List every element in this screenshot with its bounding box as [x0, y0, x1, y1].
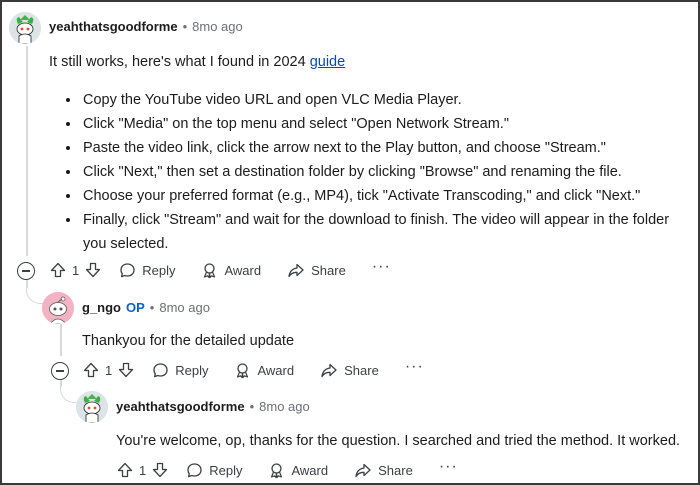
snoo-avatar-icon: [76, 391, 108, 423]
action-bar: 1 Reply Award Share ···: [83, 356, 424, 384]
thread-connector: [60, 386, 77, 403]
reply-button[interactable]: Reply: [152, 362, 208, 379]
thread-connector: [26, 287, 43, 304]
award-button[interactable]: Award: [268, 462, 328, 479]
more-options-button[interactable]: ···: [372, 258, 391, 276]
downvote-icon[interactable]: [85, 262, 101, 278]
username[interactable]: yeahthatsgoodforme: [49, 19, 178, 34]
award-icon: [271, 462, 283, 478]
comment-header: yeahthatsgoodforme • 8mo ago: [49, 19, 243, 34]
list-item: Click "Media" on the top menu and select…: [81, 112, 694, 136]
comment-body: It still works, here's what I found in 2…: [49, 50, 345, 74]
snoo-avatar-icon: [9, 12, 41, 44]
award-label: Award: [291, 462, 329, 478]
award-label: Award: [224, 262, 262, 278]
guide-link[interactable]: guide: [310, 54, 345, 70]
intro-text: It still works, here's what I found in 2…: [49, 54, 310, 70]
comment-header: yeahthatsgoodforme • 8mo ago: [116, 399, 310, 414]
share-button[interactable]: Share: [320, 362, 379, 379]
separator: •: [182, 19, 188, 34]
list-item: Paste the video link, click the arrow ne…: [81, 136, 694, 160]
share-label: Share: [344, 362, 379, 378]
thread-line: [60, 324, 62, 356]
avatar[interactable]: [42, 292, 74, 324]
share-icon: [288, 263, 304, 277]
downvote-icon[interactable]: [152, 462, 168, 478]
reply-label: Reply: [175, 362, 209, 378]
comment-body: You're welcome, op, thanks for the quest…: [116, 433, 681, 449]
username[interactable]: yeahthatsgoodforme: [116, 399, 245, 414]
award-icon: [204, 262, 216, 278]
default-snoo-avatar-icon: [42, 292, 74, 324]
action-bar: 1 Reply Award Share ···: [117, 456, 458, 483]
vote-group: 1: [83, 362, 134, 378]
thread-line: [26, 46, 28, 256]
downvote-icon[interactable]: [118, 362, 134, 378]
list-item: Copy the YouTube video URL and open VLC …: [81, 88, 694, 112]
reply-icon: [187, 462, 202, 477]
collapse-button[interactable]: [17, 262, 35, 280]
timestamp[interactable]: 8mo ago: [192, 19, 243, 34]
steps-list: Copy the YouTube video URL and open VLC …: [49, 88, 694, 256]
avatar[interactable]: [9, 12, 41, 44]
share-icon: [355, 463, 371, 477]
upvote-icon[interactable]: [50, 262, 66, 278]
more-options-button[interactable]: ···: [439, 458, 458, 476]
list-item: Finally, click "Stream" and wait for the…: [81, 208, 694, 256]
share-icon: [321, 363, 337, 377]
list-item: Click "Next," then set a destination fol…: [81, 160, 694, 184]
vote-count: 1: [72, 262, 80, 278]
avatar[interactable]: [76, 391, 108, 423]
vote-group: 1: [117, 462, 168, 478]
timestamp[interactable]: 8mo ago: [259, 399, 310, 414]
list-item: Choose your preferred format (e.g., MP4)…: [81, 184, 694, 208]
award-button[interactable]: Award: [201, 262, 261, 279]
reply-icon: [153, 362, 168, 377]
collapse-button[interactable]: [51, 362, 69, 380]
reply-label: Reply: [142, 262, 176, 278]
award-button[interactable]: Award: [234, 362, 294, 379]
share-label: Share: [311, 262, 346, 278]
share-button[interactable]: Share: [287, 262, 346, 279]
share-button[interactable]: Share: [354, 462, 413, 479]
vote-count: 1: [105, 362, 113, 378]
reply-button[interactable]: Reply: [186, 462, 242, 479]
comment-body: Thankyou for the detailed update: [82, 333, 295, 349]
comment-thread: yeahthatsgoodforme • 8mo ago It still wo…: [0, 0, 700, 485]
share-label: Share: [378, 462, 413, 478]
separator: •: [249, 399, 255, 414]
upvote-icon[interactable]: [83, 362, 99, 378]
separator: •: [149, 300, 155, 315]
reply-icon: [120, 262, 135, 277]
comment-header: g_ngo OP • 8mo ago: [82, 300, 210, 315]
upvote-icon[interactable]: [117, 462, 133, 478]
action-bar: 1 Reply Award Share ···: [50, 256, 391, 284]
reply-button[interactable]: Reply: [119, 262, 175, 279]
more-options-button[interactable]: ···: [405, 358, 424, 376]
username[interactable]: g_ngo: [82, 300, 121, 315]
reply-label: Reply: [209, 462, 243, 478]
award-icon: [237, 362, 249, 378]
award-label: Award: [257, 362, 295, 378]
vote-group: 1: [50, 262, 101, 278]
op-badge: OP: [126, 300, 145, 315]
timestamp[interactable]: 8mo ago: [159, 300, 210, 315]
vote-count: 1: [139, 462, 147, 478]
